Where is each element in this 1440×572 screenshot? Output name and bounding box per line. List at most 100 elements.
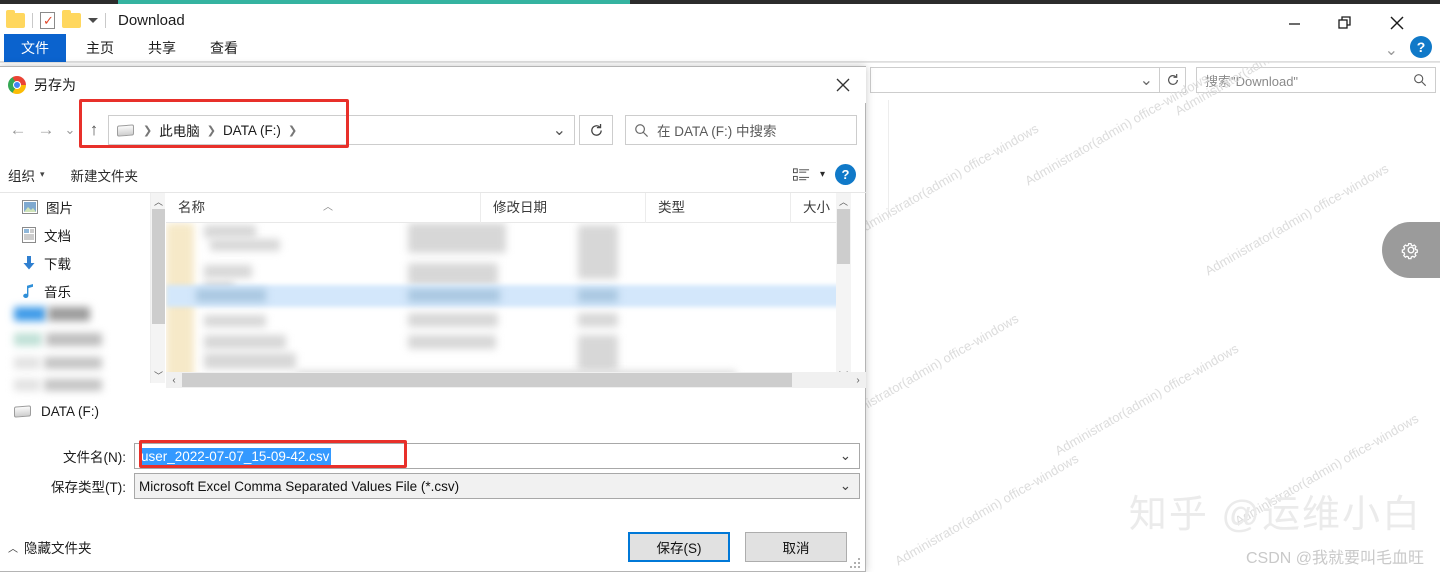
scroll-up-icon[interactable]: ︿ <box>836 193 851 209</box>
file-list-body[interactable] <box>166 223 851 383</box>
sidebar-item-data-drive[interactable]: DATA (F:) <box>0 397 150 425</box>
save-button[interactable]: 保存(S) <box>628 532 730 562</box>
scrollbar-thumb[interactable] <box>152 209 165 324</box>
screen: ✓ Download 文件 主页 共享 查看 ⌄ ? ⌄ 搜索"Download… <box>0 0 1440 572</box>
resize-grip[interactable] <box>850 558 862 570</box>
forward-arrow-icon: → <box>37 120 55 139</box>
column-header-type[interactable]: 类型 <box>646 192 791 223</box>
save-as-dialog: 另存为 ← → ⌄ ↑ ❯ 此电脑 ❯ DATA (F:) ❯ ⌄ 在 DATA… <box>0 66 866 572</box>
breadcrumb-separator[interactable]: ❯ <box>288 124 297 137</box>
column-header-date-modified[interactable]: 修改日期 <box>481 192 646 223</box>
scrollbar-thumb[interactable] <box>837 209 850 264</box>
check-mark-icon: ✓ <box>43 13 54 28</box>
settings-flyout-button[interactable] <box>1382 222 1440 278</box>
dialog-search-input[interactable]: 在 DATA (F:) 中搜索 <box>625 115 857 145</box>
redacted-label <box>44 379 102 391</box>
ribbon-tab-view-label: 查看 <box>210 40 238 56</box>
breadcrumb-item-data-drive[interactable]: DATA (F:) <box>221 123 283 138</box>
view-layout-icon[interactable] <box>792 167 810 182</box>
table-cell-type[interactable] <box>578 225 618 279</box>
redacted-label <box>46 333 102 346</box>
sidebar-scrollbar[interactable]: ︿ ﹀ <box>150 193 165 383</box>
view-chevron-down-icon[interactable]: ▾ <box>820 169 825 180</box>
filename-label: 文件名(N): <box>63 450 126 465</box>
organize-button[interactable]: 组织 ▾ <box>8 165 45 185</box>
ribbon-tab-share[interactable]: 共享 <box>136 34 188 62</box>
explorer-help-icon[interactable]: ? <box>1410 36 1432 58</box>
column-header-size-label: 大小 <box>803 199 830 215</box>
file-list: 名称 ︿ 修改日期 类型 大小 ︿ <box>166 192 851 383</box>
new-folder-button[interactable]: 新建文件夹 <box>71 165 139 185</box>
dialog-search-placeholder: 在 DATA (F:) 中搜索 <box>657 124 777 139</box>
filetype-value: Microsoft Excel Comma Separated Values F… <box>139 478 460 494</box>
chevron-down-icon[interactable] <box>88 18 98 23</box>
sidebar-redacted-group[interactable] <box>0 305 150 397</box>
gear-icon <box>1401 243 1418 260</box>
ribbon-tab-home[interactable]: 主页 <box>74 34 126 62</box>
scroll-up-icon[interactable]: ︿ <box>151 193 166 209</box>
breadcrumb-chevron-down-icon[interactable]: ⌄ <box>553 120 566 140</box>
filetype-chevron-down-icon[interactable]: ⌄ <box>840 478 855 494</box>
downloads-icon <box>23 256 35 270</box>
ribbon-tab-file[interactable]: 文件 <box>4 34 66 62</box>
sidebar-item-downloads[interactable]: 下载 <box>0 249 150 277</box>
file-list-horizontal-scrollbar[interactable]: ‹ › <box>166 372 866 388</box>
sidebar-item-pictures[interactable]: 图片 <box>0 193 150 221</box>
dialog-help-icon[interactable]: ? <box>835 164 856 185</box>
table-cell-date[interactable] <box>408 313 498 327</box>
scroll-down-icon[interactable]: ﹀ <box>151 367 166 383</box>
hide-folders-toggle[interactable]: ︿ 隐藏文件夹 <box>8 537 92 557</box>
breadcrumb-separator[interactable]: ❯ <box>207 124 216 137</box>
column-header-name-label: 名称 <box>178 199 205 215</box>
properties-icon[interactable]: ✓ <box>40 12 55 29</box>
scrollbar-thumb[interactable] <box>182 373 792 387</box>
table-row[interactable] <box>204 335 286 349</box>
explorer-refresh-button[interactable] <box>1160 67 1186 93</box>
chevron-down-icon: ▾ <box>40 169 45 179</box>
table-cell-date[interactable] <box>408 263 498 285</box>
table-row[interactable] <box>204 353 296 369</box>
forward-button[interactable]: → <box>32 116 60 144</box>
filetype-label: 保存类型(T): <box>51 480 126 495</box>
ribbon-collapse-chevron-down-icon[interactable]: ⌄ <box>1385 40 1398 60</box>
search-icon <box>635 123 649 137</box>
sidebar-item-documents[interactable]: 文档 <box>0 221 150 249</box>
dialog-close-button[interactable] <box>820 67 866 103</box>
dialog-refresh-button[interactable] <box>579 115 613 145</box>
folder-icon[interactable] <box>6 10 25 28</box>
table-row[interactable] <box>210 239 280 251</box>
table-row[interactable] <box>204 265 252 278</box>
filename-input[interactable]: user_2022-07-07_15-09-42.csv ⌄ <box>134 443 860 469</box>
up-button[interactable]: ↑ <box>80 116 108 144</box>
quick-access-toolbar[interactable]: ✓ <box>6 10 106 29</box>
breadcrumb-item-this-pc[interactable]: 此电脑 <box>157 120 202 140</box>
cancel-button[interactable]: 取消 <box>745 532 847 562</box>
new-folder-icon[interactable] <box>62 10 81 28</box>
table-cell-date[interactable] <box>408 223 506 253</box>
explorer-search-box[interactable]: 搜索"Download" <box>1196 67 1436 93</box>
redacted-label <box>48 307 90 321</box>
back-button[interactable]: ← <box>4 116 32 144</box>
file-list-scrollbar[interactable]: ︿ ﹀ <box>836 193 851 383</box>
breadcrumb[interactable]: ❯ 此电脑 ❯ DATA (F:) ❯ ⌄ <box>108 115 575 145</box>
table-row-selected[interactable] <box>166 285 851 307</box>
explorer-address-bar[interactable]: ⌄ <box>870 67 1160 93</box>
table-cell-date[interactable] <box>408 335 496 349</box>
address-chevron-down-icon[interactable]: ⌄ <box>1140 70 1153 90</box>
scroll-left-icon[interactable]: ‹ <box>166 372 182 388</box>
ribbon-tab-view[interactable]: 查看 <box>198 34 250 62</box>
dialog-titlebar: 另存为 <box>0 67 866 103</box>
filetype-select[interactable]: Microsoft Excel Comma Separated Values F… <box>134 473 860 499</box>
recent-locations-button[interactable]: ⌄ <box>60 116 80 144</box>
ribbon-tab-file-label: 文件 <box>21 40 49 56</box>
column-header-type-label: 类型 <box>658 199 685 215</box>
breadcrumb-separator[interactable]: ❯ <box>143 124 152 137</box>
table-row[interactable] <box>204 225 256 238</box>
column-header-name[interactable]: 名称 ︿ <box>166 192 481 223</box>
table-cell-type[interactable] <box>578 335 618 371</box>
scroll-right-icon[interactable]: › <box>850 372 866 388</box>
filename-chevron-down-icon[interactable]: ⌄ <box>840 448 855 464</box>
sidebar-item-music[interactable]: 音乐 <box>0 277 150 305</box>
table-cell-type[interactable] <box>578 313 618 327</box>
table-row[interactable] <box>204 315 266 327</box>
